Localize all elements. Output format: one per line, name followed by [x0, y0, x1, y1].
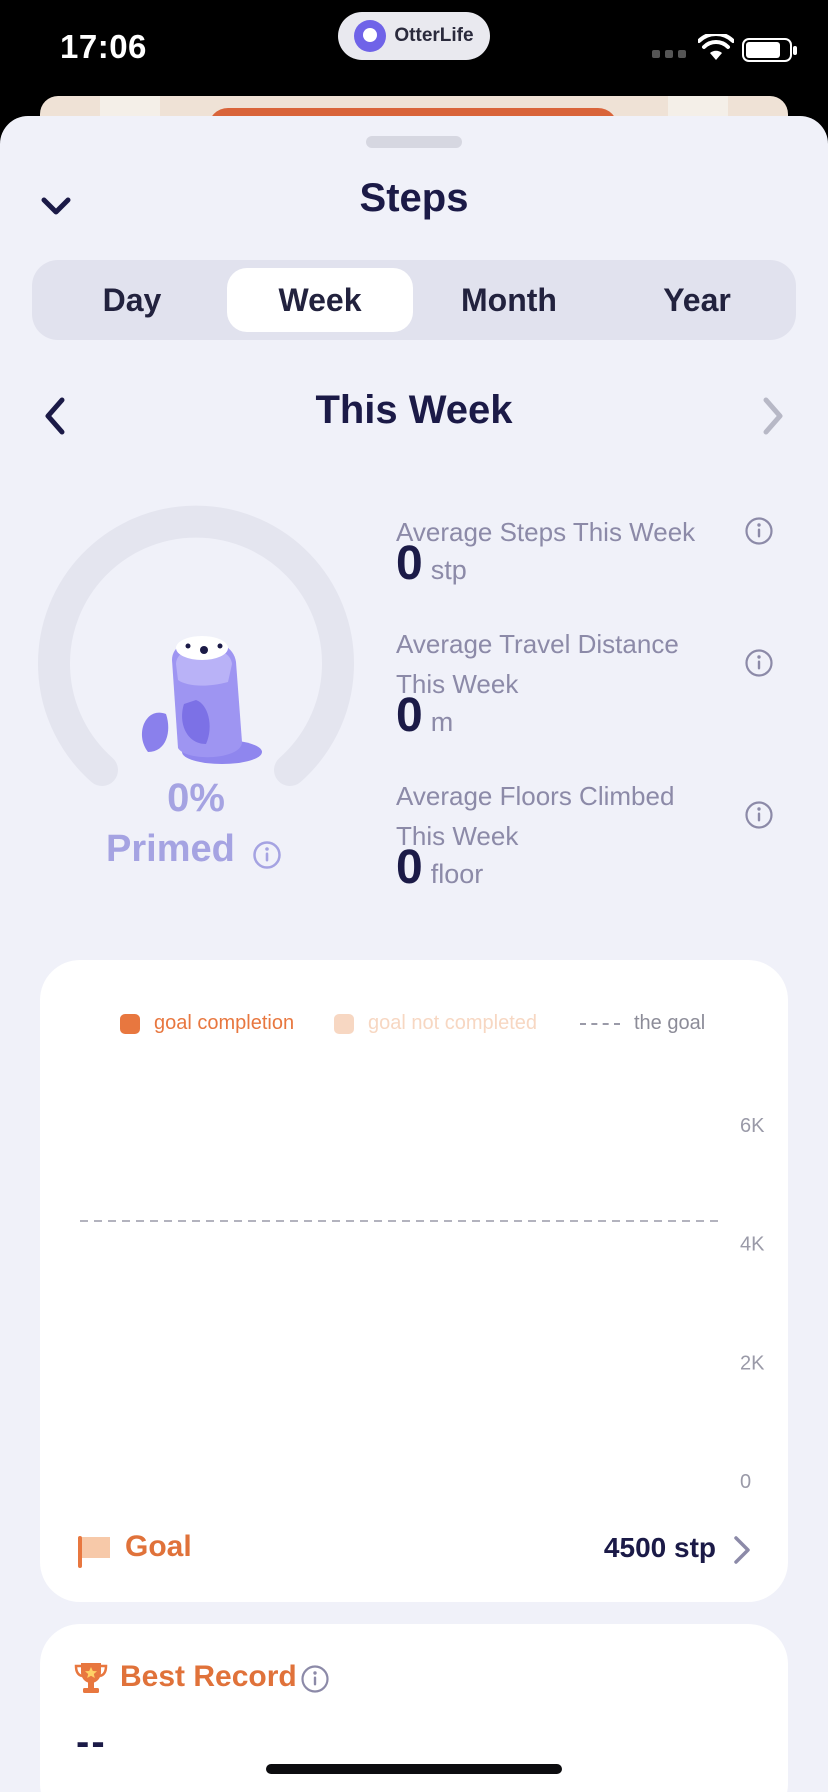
goal-percent: 0%	[167, 776, 225, 820]
best-record-info-icon[interactable]	[300, 1664, 330, 1694]
avg-distance-unit: m	[430, 707, 454, 737]
y-tick-label: 2K	[740, 1352, 765, 1374]
period-segmented-control: Day Week Month Year	[32, 260, 796, 340]
next-period-chevron-icon[interactable]	[760, 396, 788, 436]
home-indicator[interactable]	[266, 1764, 562, 1774]
tab-week[interactable]: Week	[227, 268, 413, 332]
cellular-signal-icon	[652, 50, 686, 58]
flag-icon	[78, 1536, 110, 1568]
primed-info-icon[interactable]	[252, 840, 282, 870]
trophy-icon	[74, 1663, 108, 1693]
avg-steps-number: 0	[396, 537, 423, 590]
progress-state-label: Primed	[106, 828, 235, 870]
avg-distance-info-icon[interactable]	[744, 648, 774, 678]
best-record-label: Best Record	[120, 1660, 297, 1693]
otter-mascot-icon	[141, 636, 262, 764]
status-time: 17:06	[60, 28, 147, 65]
avg-steps-unit: stp	[430, 555, 467, 585]
battery-icon	[742, 38, 797, 62]
avg-steps-value: 0 stp	[396, 536, 467, 591]
wifi-icon	[698, 34, 734, 60]
avg-floors-info-icon[interactable]	[744, 800, 774, 830]
y-tick-label: 4K	[740, 1234, 765, 1256]
avg-distance-number: 0	[396, 689, 423, 742]
goal-label: Goal	[125, 1530, 192, 1563]
avg-steps-info-icon[interactable]	[744, 516, 774, 546]
status-bar: 17:06 OtterLife	[0, 0, 828, 96]
steps-sheet: Steps Day Week Month Year This Week 0% P…	[0, 116, 828, 1792]
best-record-value: --	[76, 1720, 107, 1764]
avg-floors-value: 0 floor	[396, 840, 483, 895]
otterlife-logo-icon	[354, 20, 387, 52]
y-tick-label: 6K	[740, 1115, 765, 1137]
avg-floors-number: 0	[396, 841, 423, 894]
tab-day[interactable]: Day	[40, 268, 224, 332]
sheet-grabber[interactable]	[366, 136, 462, 148]
goal-chevron-right-icon	[734, 1536, 750, 1564]
page-title: Steps	[359, 176, 469, 220]
period-title: This Week	[315, 388, 513, 432]
goal-value: 4500 stp	[603, 1532, 716, 1563]
tab-year[interactable]: Year	[604, 268, 790, 332]
app-pill-label: OtterLife	[394, 25, 474, 46]
tab-month[interactable]: Month	[416, 268, 602, 332]
y-tick-label: 0	[740, 1471, 751, 1493]
avg-floors-unit: floor	[430, 859, 484, 889]
avg-distance-value: 0 m	[396, 688, 453, 743]
dynamic-island-app-pill[interactable]: OtterLife	[338, 12, 490, 60]
goal-row[interactable]: Goal 4500 stp	[40, 1496, 788, 1602]
